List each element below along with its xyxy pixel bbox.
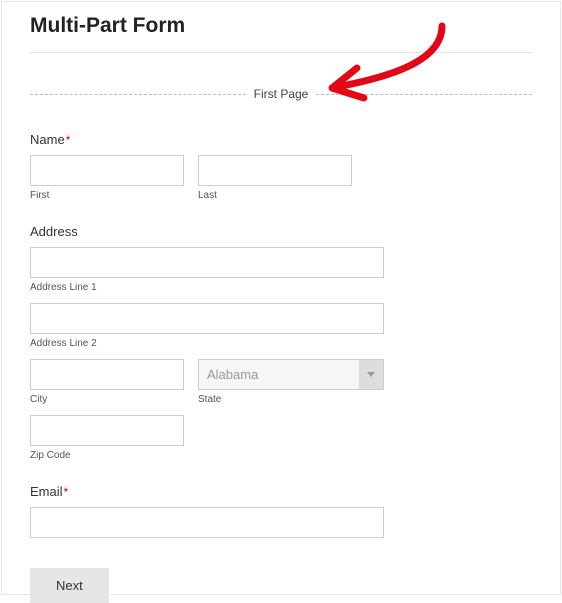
address-label: Address: [30, 224, 78, 239]
address-line1-input[interactable]: [30, 247, 384, 278]
state-select[interactable]: Alabama: [198, 359, 384, 390]
title-divider: [30, 52, 532, 53]
zip-sublabel: Zip Code: [30, 450, 184, 461]
city-input[interactable]: [30, 359, 184, 390]
last-name-sublabel: Last: [198, 190, 352, 201]
chevron-down-icon: [359, 360, 383, 389]
email-label: Email: [30, 484, 63, 499]
next-button[interactable]: Next: [30, 568, 109, 603]
state-selected-value: Alabama: [207, 367, 258, 382]
zip-input[interactable]: [30, 415, 184, 446]
state-sublabel: State: [198, 394, 384, 405]
email-block: Email*: [30, 483, 532, 538]
page-break-label: First Page: [246, 87, 317, 101]
address-block: Address Address Line 1 Address Line 2 Ci…: [30, 223, 532, 461]
address-line2-input[interactable]: [30, 303, 384, 334]
city-sublabel: City: [30, 394, 184, 405]
name-label: Name: [30, 132, 65, 147]
address-line2-sublabel: Address Line 2: [30, 338, 532, 349]
first-name-sublabel: First: [30, 190, 184, 201]
email-input[interactable]: [30, 507, 384, 538]
first-name-input[interactable]: [30, 155, 184, 186]
email-required: *: [64, 485, 69, 499]
page-break-divider: First Page: [30, 87, 532, 101]
form-container: Multi-Part Form First Page Name* First L…: [1, 1, 561, 595]
address-line1-sublabel: Address Line 1: [30, 282, 532, 293]
page-title: Multi-Part Form: [30, 14, 532, 38]
last-name-input[interactable]: [198, 155, 352, 186]
name-required: *: [66, 133, 71, 147]
name-block: Name* First Last: [30, 131, 532, 201]
